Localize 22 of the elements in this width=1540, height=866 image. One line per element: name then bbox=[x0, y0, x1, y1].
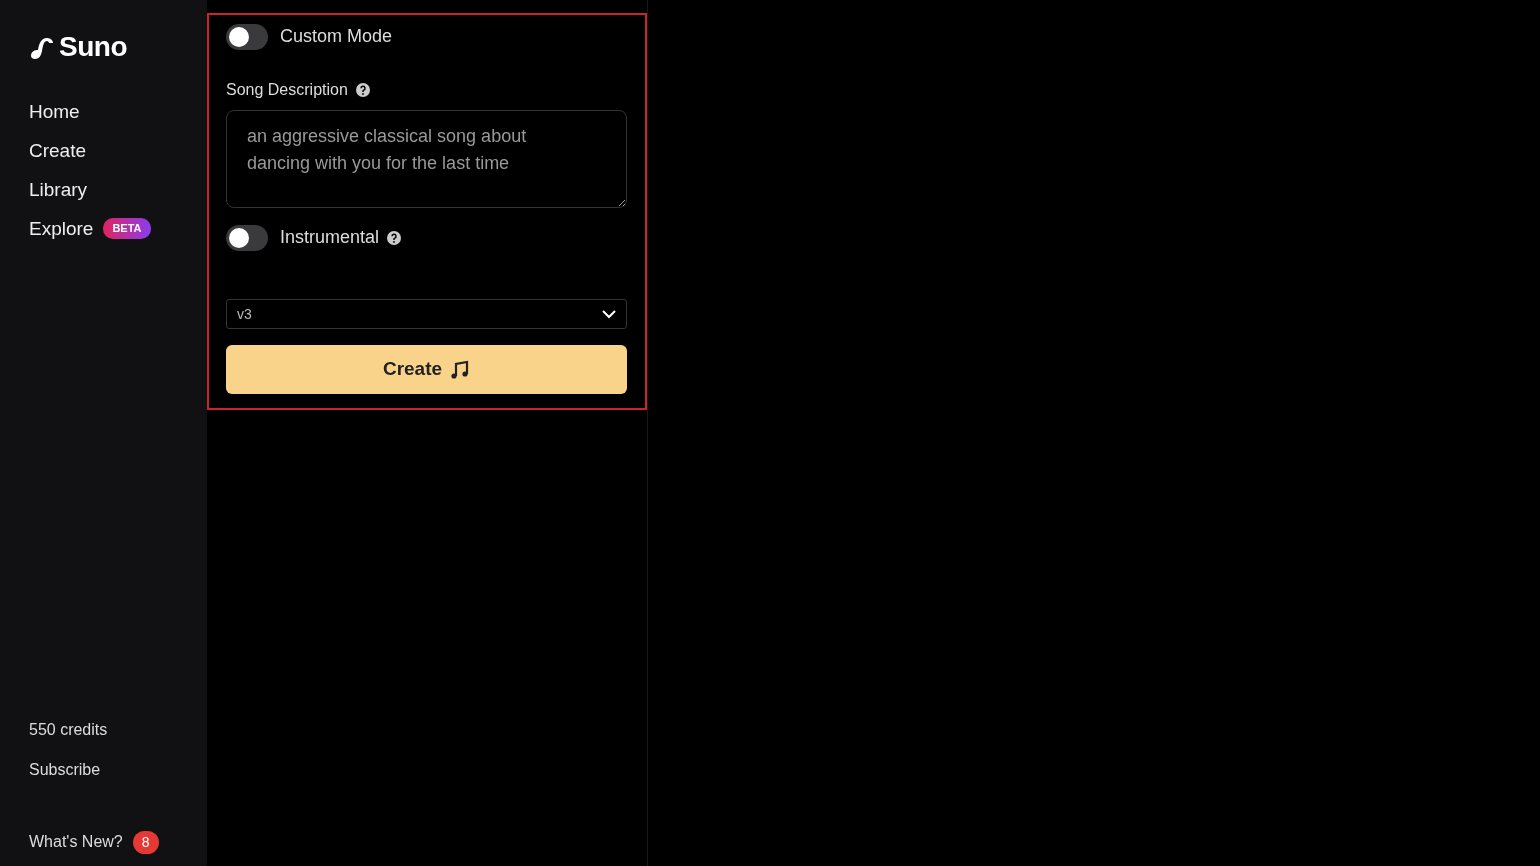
description-field[interactable]: an aggressive classical song about dancing with you for the last time bbox=[226, 110, 627, 208]
music-note-icon bbox=[450, 359, 471, 380]
nav-link[interactable]: Library bbox=[29, 170, 88, 209]
create-button[interactable]: Create bbox=[226, 345, 627, 394]
help-icon bbox=[387, 230, 402, 245]
toggle-switch[interactable] bbox=[226, 224, 268, 251]
nav-link[interactable]: Create bbox=[29, 131, 87, 170]
toggle-switch[interactable] bbox=[226, 23, 268, 50]
subscribe-link[interactable]: Subscribe bbox=[29, 761, 101, 778]
nav-link[interactable]: Home bbox=[29, 92, 80, 131]
field-label: Song Description bbox=[226, 80, 348, 100]
logo-text: Suno bbox=[59, 30, 127, 64]
model-select[interactable]: v3 bbox=[226, 299, 627, 329]
help-icon bbox=[355, 83, 370, 97]
toggle-label: Instrumental bbox=[280, 226, 380, 249]
nav-link[interactable]: Explore bbox=[29, 209, 94, 248]
notification-badge: 8 bbox=[132, 830, 159, 854]
credits-text: 550 credits bbox=[29, 720, 109, 740]
beta-badge: BETA bbox=[103, 218, 151, 239]
toggle-label: Custom Mode bbox=[280, 25, 393, 48]
chevron-icon bbox=[602, 309, 616, 319]
whats-new-link[interactable]: What's New? bbox=[29, 830, 123, 854]
